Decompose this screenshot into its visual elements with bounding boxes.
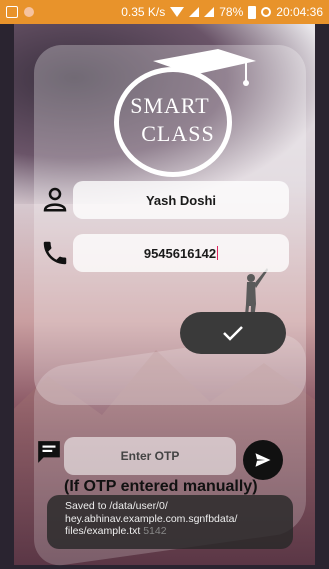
send-icon xyxy=(255,453,271,467)
clock: 20:04:36 xyxy=(276,5,323,19)
otp-placeholder: Enter OTP xyxy=(120,449,180,463)
phone-value: 9545616142 xyxy=(143,245,217,261)
battery-percent: 78% xyxy=(219,5,244,19)
wifi-icon xyxy=(170,7,185,17)
check-icon xyxy=(223,326,243,341)
app-notification-icon xyxy=(24,7,34,17)
logo-text-class: CLASS xyxy=(141,121,215,146)
toast-ghost-text: 5142 xyxy=(143,525,167,537)
smart-class-logo: SMART CLASS xyxy=(108,45,258,180)
network-speed: 0.35 K/s xyxy=(121,5,166,19)
alarm-icon xyxy=(261,7,272,17)
image-notification-icon xyxy=(6,6,18,18)
otp-input[interactable]: Enter OTP xyxy=(64,437,236,475)
text-cursor xyxy=(217,246,219,260)
battery-icon xyxy=(248,5,257,19)
toast-line-3: files/example.txt 5142 xyxy=(65,525,275,538)
person-icon xyxy=(43,187,67,212)
toast-line-2: hey.abhinav.example.com.sgnfbdata/ xyxy=(65,512,238,525)
send-otp-button[interactable] xyxy=(243,440,283,480)
phone-icon xyxy=(43,241,67,265)
submit-button[interactable] xyxy=(180,312,286,354)
manual-otp-note: (If OTP entered manually) xyxy=(64,478,258,495)
phone-input[interactable]: 9545616142 xyxy=(73,234,289,272)
name-value: Yash Doshi xyxy=(145,192,217,208)
toast-file: files/example.txt xyxy=(65,525,141,537)
message-icon xyxy=(38,441,60,463)
name-input[interactable]: Yash Doshi xyxy=(73,181,289,219)
logo-text-smart: SMART xyxy=(130,93,210,118)
signal-icon xyxy=(189,7,200,17)
status-bar: 0.35 K/s 78% 20:04:36 xyxy=(0,0,329,24)
toast-line-1: Saved to /data/user/0/ xyxy=(65,500,168,512)
graduation-cap-icon xyxy=(153,49,256,86)
signal-icon-2 xyxy=(204,7,215,17)
toast-message: Saved to /data/user/0/ hey.abhinav.examp… xyxy=(47,495,293,549)
